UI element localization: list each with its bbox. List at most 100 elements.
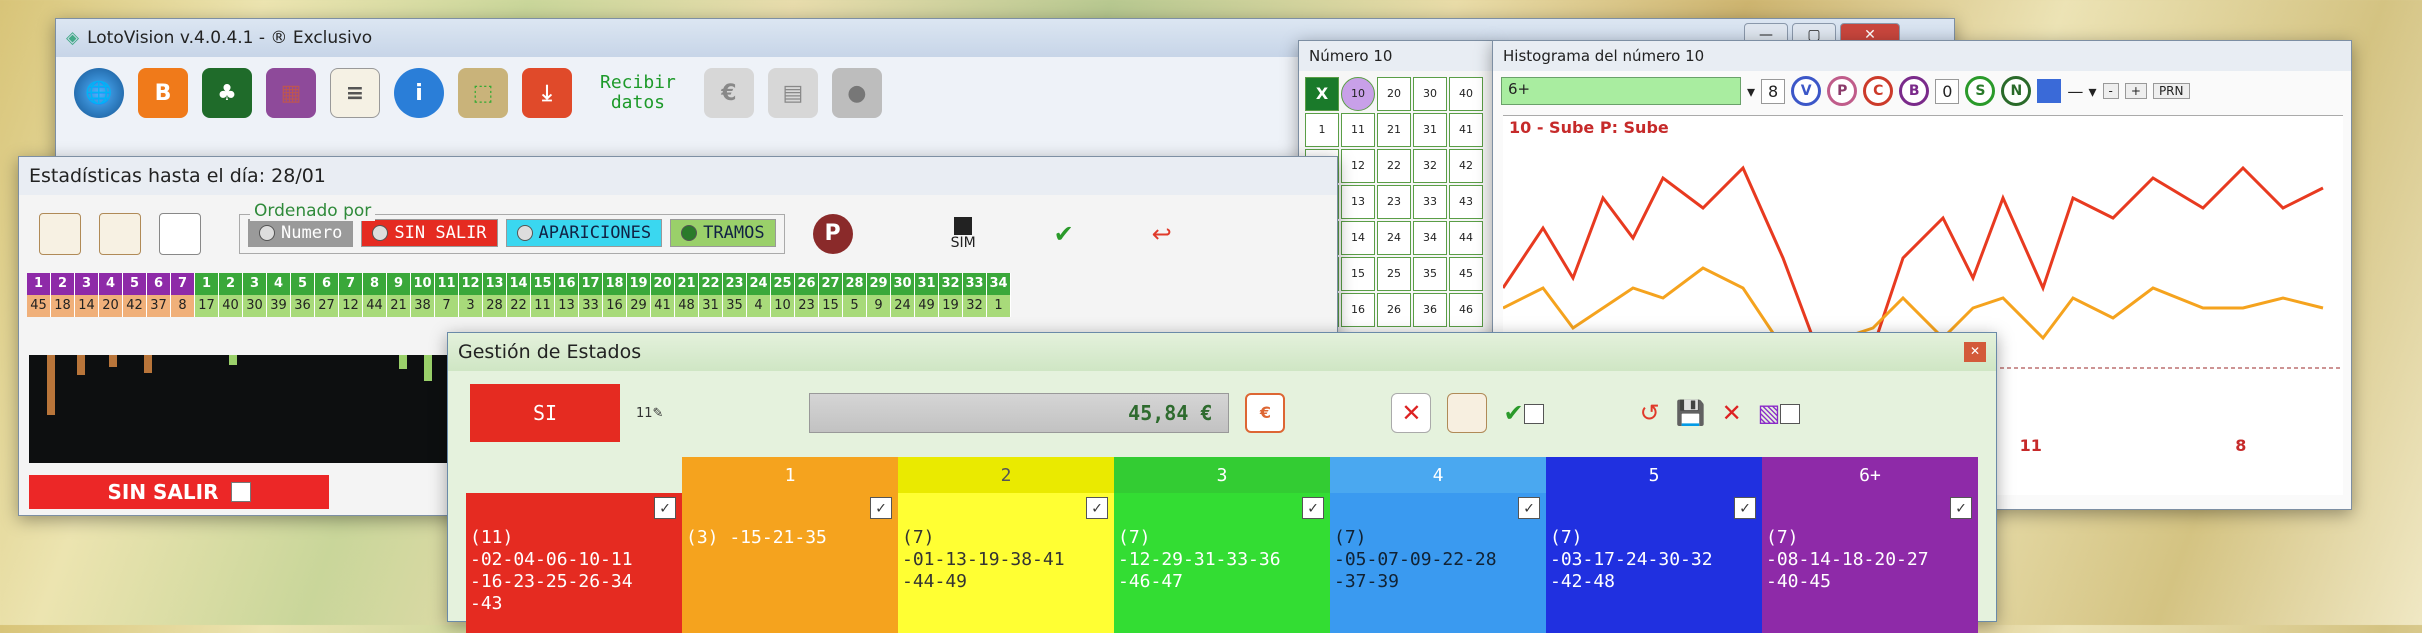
b-button[interactable]: B (1899, 76, 1930, 106)
spin-input[interactable]: 8 (1761, 78, 1786, 104)
number-strip-cell[interactable]: 27 (819, 273, 843, 295)
number-cell[interactable]: 23 (1377, 185, 1411, 219)
chevron-down-icon[interactable]: ▾ (1747, 82, 1755, 101)
number-cell[interactable]: 40 (1449, 77, 1483, 111)
state-checkbox[interactable]: ✓ (1086, 497, 1108, 519)
state-checkbox[interactable]: ✓ (1734, 497, 1756, 519)
number-strip-cell[interactable]: 10 (411, 273, 435, 295)
number-cell[interactable]: 20 (1377, 77, 1411, 111)
state-select[interactable]: 6+ (1501, 77, 1741, 105)
chart-doc-icon[interactable]: ▤ (767, 68, 818, 118)
order-apariciones-radio[interactable]: APARICIONES (505, 219, 663, 247)
order-tramos-radio[interactable]: TRAMOS (670, 219, 776, 247)
check-rule-icon[interactable]: ✔ (1054, 220, 1074, 248)
number-strip-cell[interactable]: 26 (795, 273, 819, 295)
download-icon[interactable]: ⤓ (522, 68, 572, 118)
delete-doc-icon[interactable]: ✕ (1391, 393, 1432, 433)
number-strip-cell[interactable]: 1 (27, 273, 51, 295)
number-strip-cell[interactable]: 30 (891, 273, 915, 295)
state-checkbox[interactable]: ✓ (1518, 497, 1540, 519)
number-cell[interactable]: 10 (1341, 77, 1375, 111)
number-strip-cell[interactable]: 5 (123, 273, 147, 295)
order-sin-salir-radio[interactable]: SIN SALIR (361, 219, 498, 247)
number-cell[interactable]: 35 (1413, 257, 1447, 291)
number-cell[interactable]: 22 (1377, 149, 1411, 183)
number-cell[interactable]: 32 (1413, 149, 1447, 183)
number-strip-cell[interactable]: 20 (651, 273, 675, 295)
number-cell[interactable]: 41 (1449, 113, 1483, 147)
number-strip-cell[interactable]: 4 (267, 273, 291, 295)
number-cell[interactable]: 21 (1377, 113, 1411, 147)
number-strip-cell[interactable]: 23 (723, 273, 747, 295)
balls-icon[interactable]: ● (831, 68, 882, 118)
number-strip-cell[interactable]: 5 (291, 273, 315, 295)
delete-edit-icon[interactable]: ✕ (1722, 399, 1742, 427)
state-column-header[interactable]: 5 (1546, 457, 1762, 493)
state-column-header[interactable]: 3 (1114, 457, 1330, 493)
list-icon[interactable] (159, 213, 201, 255)
number-strip-cell[interactable]: 29 (867, 273, 891, 295)
number-cell[interactable]: 1 (1305, 113, 1339, 147)
n-button[interactable]: N (2001, 76, 2032, 106)
number-cell[interactable]: 36 (1413, 293, 1447, 327)
state-column-header[interactable]: 6+ (1762, 457, 1978, 493)
chart-doc-icon[interactable] (1447, 393, 1488, 433)
number-cell[interactable]: 14 (1341, 221, 1375, 255)
number-strip-cell[interactable]: 2 (51, 273, 75, 295)
number-strip-cell[interactable]: 3 (243, 273, 267, 295)
info-icon[interactable]: i (394, 68, 444, 118)
p-button[interactable]: P (1827, 76, 1858, 106)
zoom-out-button[interactable]: - (2102, 83, 2119, 99)
number-strip-cell[interactable]: 11 (435, 273, 459, 295)
number-strip-cell[interactable]: 25 (771, 273, 795, 295)
sin-salir-toggle[interactable]: SIN SALIR (29, 475, 329, 509)
number-strip-cell[interactable]: 16 (555, 273, 579, 295)
state-column-header[interactable]: 4 (1330, 457, 1546, 493)
spin2-input[interactable]: 0 (1935, 78, 1960, 104)
state-column-header[interactable]: 2 (898, 457, 1114, 493)
p-circle-icon[interactable]: P (812, 214, 853, 254)
clover-icon[interactable]: ♣ (202, 68, 252, 118)
number-cell[interactable]: 45 (1449, 257, 1483, 291)
number-strip-cell[interactable]: 17 (579, 273, 603, 295)
number-strip-cell[interactable]: 21 (675, 273, 699, 295)
globe-icon[interactable]: 🌐 (74, 68, 124, 118)
number-strip-cell[interactable]: 8 (363, 273, 387, 295)
sim-button[interactable]: SIM (951, 217, 976, 251)
palette-edit-icon[interactable]: ▧ (1758, 399, 1801, 427)
number-cell[interactable]: 24 (1377, 221, 1411, 255)
undo-rule-icon[interactable]: ↩ (1152, 220, 1172, 248)
c-button[interactable]: C (1863, 76, 1894, 106)
number-strip-cell[interactable]: 7 (339, 273, 363, 295)
chart-left-icon[interactable] (39, 213, 81, 255)
number-strip-cell[interactable]: 6 (147, 273, 171, 295)
number-cell[interactable]: 44 (1449, 221, 1483, 255)
number-cell[interactable]: 26 (1377, 293, 1411, 327)
edit-count-icon[interactable]: 11✎ (636, 406, 663, 421)
v-button[interactable]: V (1791, 76, 1822, 106)
number-cell[interactable]: 43 (1449, 185, 1483, 219)
number-cell[interactable]: 15 (1341, 257, 1375, 291)
sin-salir-checkbox[interactable] (230, 482, 251, 502)
clear-button[interactable]: X (1305, 77, 1339, 111)
zoom-in-button[interactable]: + (2124, 83, 2147, 99)
number-strip-cell[interactable]: 12 (459, 273, 483, 295)
state-checkbox[interactable]: ✓ (1302, 497, 1324, 519)
order-numero-radio[interactable]: Numero (248, 219, 354, 247)
number-strip-cell[interactable]: 4 (99, 273, 123, 295)
number-cell[interactable]: 11 (1341, 113, 1375, 147)
chart-right-icon[interactable] (99, 213, 141, 255)
clover-grid-icon[interactable]: ▦ (266, 68, 316, 118)
state-column-header[interactable]: 1 (682, 457, 898, 493)
number-strip-cell[interactable]: 19 (627, 273, 651, 295)
number-strip-cell[interactable]: 28 (843, 273, 867, 295)
number-strip-cell[interactable]: 3 (75, 273, 99, 295)
state-checkbox[interactable]: ✓ (1950, 497, 1972, 519)
number-cell[interactable]: 13 (1341, 185, 1375, 219)
number-cell[interactable]: 33 (1413, 185, 1447, 219)
prn-button[interactable]: PRN (2152, 83, 2190, 99)
number-strip-cell[interactable]: 22 (699, 273, 723, 295)
notes-icon[interactable]: ≡ (330, 68, 380, 118)
number-cell[interactable]: 46 (1449, 293, 1483, 327)
number-cell[interactable]: 25 (1377, 257, 1411, 291)
